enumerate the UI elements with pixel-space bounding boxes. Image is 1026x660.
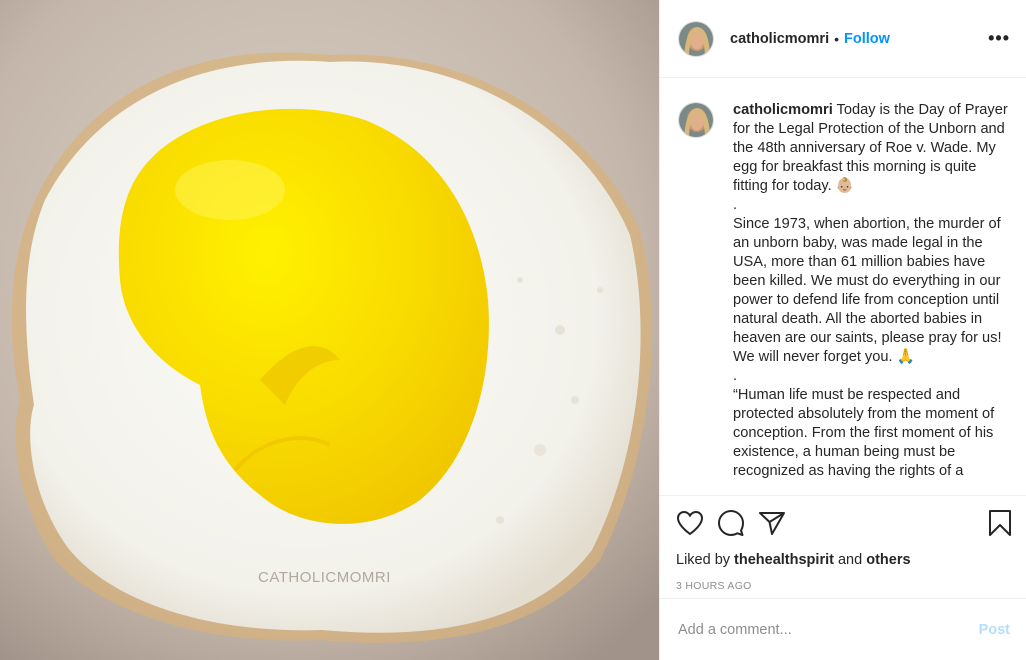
heart-icon[interactable] [676, 510, 704, 536]
comment-input[interactable] [678, 621, 979, 638]
caption: catholicmomri Today is the Day of Prayer… [678, 101, 1012, 481]
header-username[interactable]: catholicmomri [730, 31, 829, 47]
action-icons [676, 508, 1012, 538]
bookmark-icon[interactable] [988, 509, 1012, 537]
caption-paragraph: . [733, 368, 738, 384]
post-actions: Liked by thehealthspirit and others 3 HO… [660, 495, 1026, 598]
share-icon[interactable] [758, 510, 786, 536]
avatar[interactable] [678, 20, 714, 57]
post-header: catholicmomri • Follow ••• [660, 0, 1026, 78]
liked-by-user-link[interactable]: thehealthspirit [734, 552, 834, 568]
fried-egg-image [0, 0, 659, 660]
caption-scroll-area[interactable]: catholicmomri Today is the Day of Prayer… [660, 79, 1026, 495]
caption-avatar[interactable] [678, 102, 714, 138]
caption-paragraph: . [733, 197, 738, 213]
liked-by-and: and [837, 552, 863, 568]
post-timestamp[interactable]: 3 HOURS AGO [676, 580, 1012, 592]
header-separator: • [834, 30, 840, 47]
follow-button[interactable]: Follow [844, 31, 890, 47]
photo-watermark: CATHOLICMOMRI [258, 569, 391, 586]
post-comment-button[interactable]: Post [979, 622, 1010, 638]
post-photo[interactable]: CATHOLICMOMRI [0, 0, 659, 660]
caption-paragraph: “Human life must be respected and protec… [733, 387, 995, 479]
profile-photo-icon [679, 21, 713, 56]
comment-icon[interactable] [717, 509, 745, 537]
caption-username[interactable]: catholicmomri [733, 102, 833, 118]
caption-text: catholicmomri Today is the Day of Prayer… [733, 101, 1012, 481]
profile-photo-icon [679, 103, 713, 137]
liked-by-prefix: Liked by [676, 552, 731, 568]
caption-paragraph: Since 1973, when abortion, the murder of… [733, 216, 1002, 365]
caption-paragraph: catholicmomri Today is the Day of Prayer… [733, 101, 1012, 196]
liked-by-others-link[interactable]: others [866, 552, 910, 568]
likes-summary: Liked by thehealthspirit and others [676, 552, 1012, 568]
post-side-panel: catholicmomri • Follow ••• catholicmomri… [659, 0, 1026, 660]
comment-bar: Post [660, 598, 1026, 660]
more-options-icon[interactable]: ••• [988, 28, 1010, 49]
